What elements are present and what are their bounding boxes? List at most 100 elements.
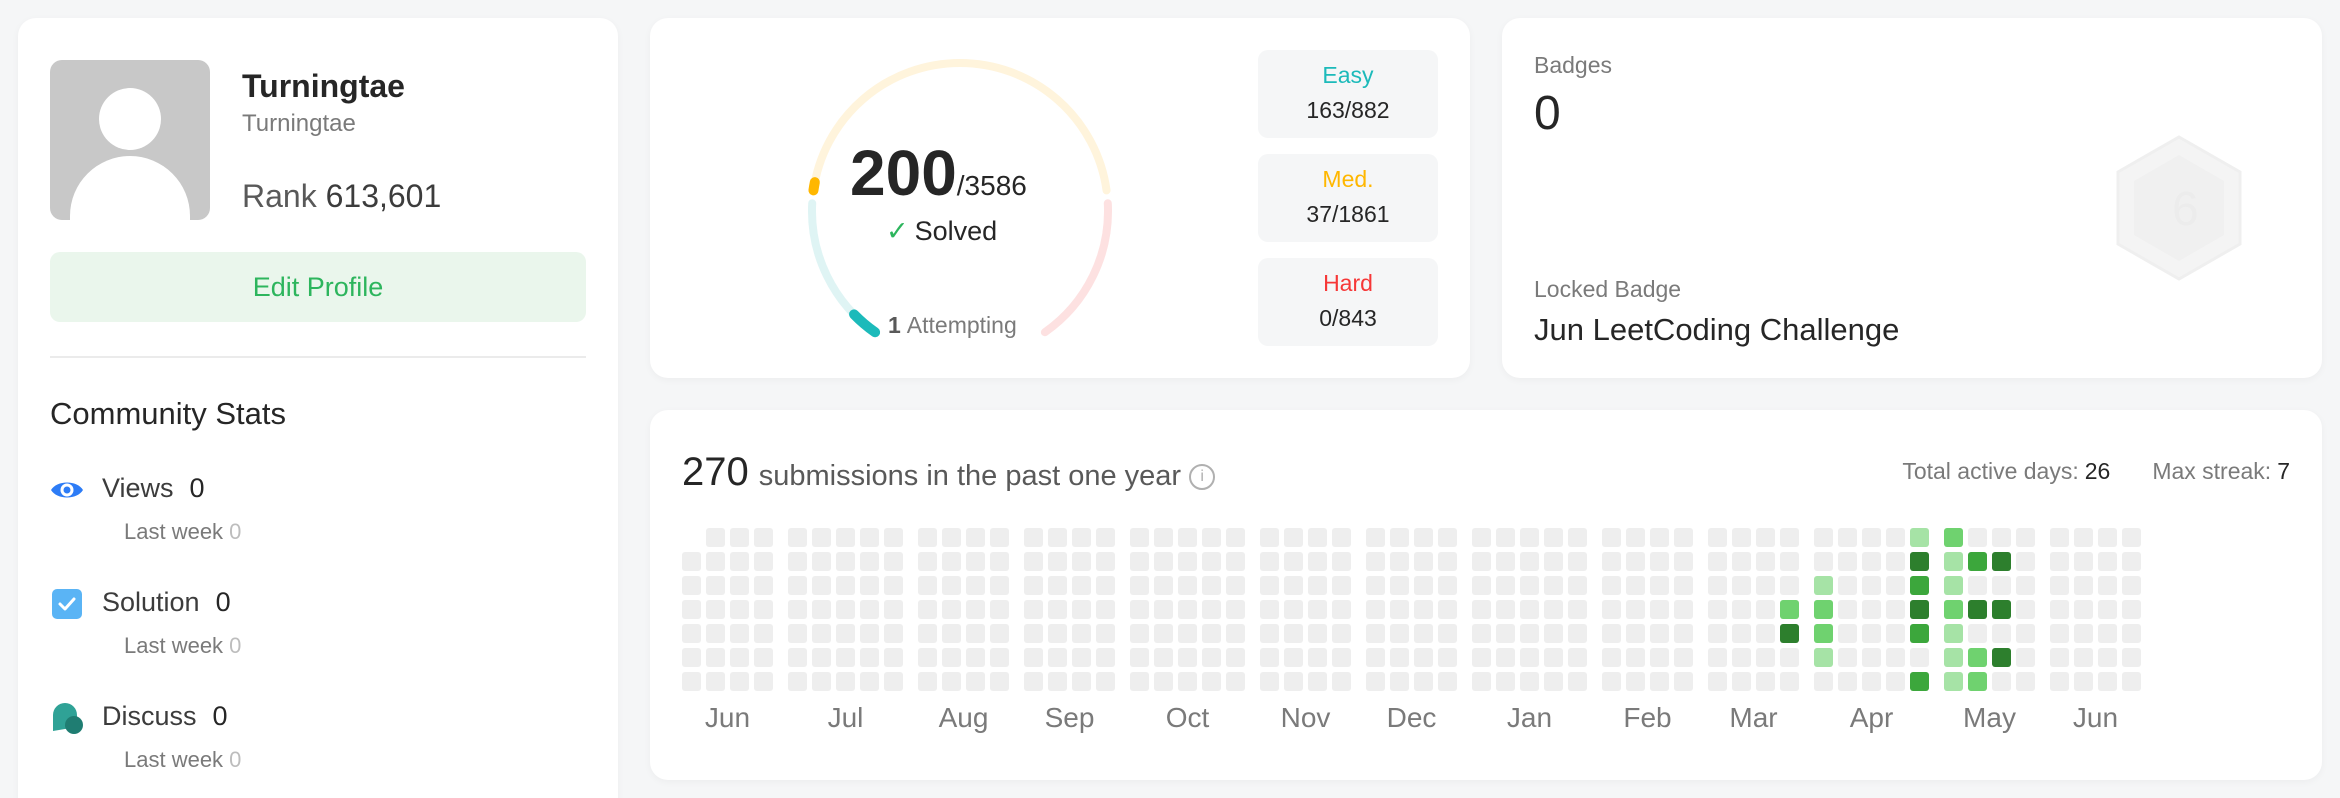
- heatmap-day-cell[interactable]: [2016, 672, 2035, 691]
- heatmap-day-cell[interactable]: [1780, 624, 1799, 643]
- heatmap-day-cell[interactable]: [1814, 576, 1833, 595]
- heatmap-day-cell[interactable]: [1438, 552, 1457, 571]
- heatmap-day-cell[interactable]: [1154, 624, 1173, 643]
- heatmap-day-cell[interactable]: [1048, 528, 1067, 547]
- heatmap-day-cell[interactable]: [1414, 576, 1433, 595]
- heatmap-day-cell[interactable]: [1650, 648, 1669, 667]
- heatmap-day-cell[interactable]: [2074, 672, 2093, 691]
- heatmap-day-cell[interactable]: [1284, 672, 1303, 691]
- heatmap-day-cell[interactable]: [1968, 552, 1987, 571]
- heatmap-day-cell[interactable]: [730, 528, 749, 547]
- heatmap-day-cell[interactable]: [1862, 576, 1881, 595]
- heatmap-day-cell[interactable]: [918, 624, 937, 643]
- heatmap-day-cell[interactable]: [1332, 576, 1351, 595]
- heatmap-day-cell[interactable]: [1496, 648, 1515, 667]
- heatmap-day-cell[interactable]: [860, 576, 879, 595]
- heatmap-day-cell[interactable]: [1390, 624, 1409, 643]
- heatmap-day-cell[interactable]: [1968, 624, 1987, 643]
- heatmap-day-cell[interactable]: [2016, 576, 2035, 595]
- heatmap-day-cell[interactable]: [1650, 552, 1669, 571]
- heatmap-day-cell[interactable]: [1520, 624, 1539, 643]
- heatmap-day-cell[interactable]: [1130, 648, 1149, 667]
- heatmap-day-cell[interactable]: [1838, 552, 1857, 571]
- heatmap-day-cell[interactable]: [1130, 576, 1149, 595]
- heatmap-day-cell[interactable]: [860, 600, 879, 619]
- heatmap-day-cell[interactable]: [754, 528, 773, 547]
- heatmap-day-cell[interactable]: [754, 624, 773, 643]
- heatmap-day-cell[interactable]: [1838, 648, 1857, 667]
- heatmap-day-cell[interactable]: [1048, 624, 1067, 643]
- heatmap-day-cell[interactable]: [1496, 624, 1515, 643]
- heatmap-day-cell[interactable]: [1284, 552, 1303, 571]
- heatmap-day-cell[interactable]: [788, 552, 807, 571]
- submission-heatmap[interactable]: [682, 528, 2292, 748]
- heatmap-day-cell[interactable]: [1438, 528, 1457, 547]
- heatmap-day-cell[interactable]: [1968, 576, 1987, 595]
- heatmap-day-cell[interactable]: [1568, 624, 1587, 643]
- heatmap-day-cell[interactable]: [1472, 600, 1491, 619]
- heatmap-day-cell[interactable]: [966, 576, 985, 595]
- heatmap-day-cell[interactable]: [1944, 624, 1963, 643]
- heatmap-day-cell[interactable]: [1024, 576, 1043, 595]
- heatmap-day-cell[interactable]: [1496, 552, 1515, 571]
- heatmap-day-cell[interactable]: [1072, 528, 1091, 547]
- heatmap-day-cell[interactable]: [1072, 672, 1091, 691]
- heatmap-day-cell[interactable]: [812, 576, 831, 595]
- heatmap-day-cell[interactable]: [1472, 648, 1491, 667]
- heatmap-day-cell[interactable]: [1202, 528, 1221, 547]
- heatmap-day-cell[interactable]: [1226, 552, 1245, 571]
- heatmap-day-cell[interactable]: [1544, 576, 1563, 595]
- heatmap-day-cell[interactable]: [682, 648, 701, 667]
- heatmap-day-cell[interactable]: [1366, 624, 1385, 643]
- heatmap-day-cell[interactable]: [1130, 600, 1149, 619]
- heatmap-day-cell[interactable]: [860, 624, 879, 643]
- heatmap-day-cell[interactable]: [1260, 648, 1279, 667]
- heatmap-day-cell[interactable]: [788, 576, 807, 595]
- heatmap-day-cell[interactable]: [1284, 648, 1303, 667]
- heatmap-day-cell[interactable]: [1414, 552, 1433, 571]
- heatmap-day-cell[interactable]: [1544, 552, 1563, 571]
- heatmap-day-cell[interactable]: [1332, 528, 1351, 547]
- heatmap-day-cell[interactable]: [1780, 600, 1799, 619]
- heatmap-day-cell[interactable]: [1284, 600, 1303, 619]
- heatmap-day-cell[interactable]: [1602, 528, 1621, 547]
- heatmap-day-cell[interactable]: [1154, 672, 1173, 691]
- heatmap-day-cell[interactable]: [942, 576, 961, 595]
- heatmap-day-cell[interactable]: [1992, 672, 2011, 691]
- heatmap-day-cell[interactable]: [1496, 576, 1515, 595]
- heatmap-day-cell[interactable]: [1862, 552, 1881, 571]
- heatmap-day-cell[interactable]: [1072, 648, 1091, 667]
- heatmap-day-cell[interactable]: [1414, 648, 1433, 667]
- heatmap-day-cell[interactable]: [1332, 552, 1351, 571]
- heatmap-day-cell[interactable]: [1568, 576, 1587, 595]
- heatmap-day-cell[interactable]: [1568, 528, 1587, 547]
- heatmap-day-cell[interactable]: [2122, 600, 2141, 619]
- heatmap-day-cell[interactable]: [1708, 600, 1727, 619]
- heatmap-day-cell[interactable]: [1226, 600, 1245, 619]
- heatmap-day-cell[interactable]: [1072, 576, 1091, 595]
- heatmap-day-cell[interactable]: [1756, 552, 1775, 571]
- heatmap-day-cell[interactable]: [1260, 600, 1279, 619]
- heatmap-day-cell[interactable]: [1496, 600, 1515, 619]
- heatmap-day-cell[interactable]: [730, 672, 749, 691]
- heatmap-day-cell[interactable]: [1472, 576, 1491, 595]
- heatmap-day-cell[interactable]: [1732, 648, 1751, 667]
- heatmap-day-cell[interactable]: [860, 648, 879, 667]
- heatmap-day-cell[interactable]: [2098, 600, 2117, 619]
- heatmap-day-cell[interactable]: [1626, 672, 1645, 691]
- heatmap-day-cell[interactable]: [2050, 624, 2069, 643]
- heatmap-day-cell[interactable]: [1414, 600, 1433, 619]
- heatmap-day-cell[interactable]: [730, 600, 749, 619]
- heatmap-day-cell[interactable]: [1366, 528, 1385, 547]
- heatmap-day-cell[interactable]: [836, 528, 855, 547]
- heatmap-day-cell[interactable]: [1024, 672, 1043, 691]
- heatmap-day-cell[interactable]: [706, 576, 725, 595]
- heatmap-day-cell[interactable]: [1520, 600, 1539, 619]
- heatmap-day-cell[interactable]: [942, 528, 961, 547]
- heatmap-day-cell[interactable]: [754, 600, 773, 619]
- heatmap-day-cell[interactable]: [788, 672, 807, 691]
- heatmap-day-cell[interactable]: [1366, 576, 1385, 595]
- heatmap-day-cell[interactable]: [1130, 528, 1149, 547]
- heatmap-day-cell[interactable]: [1096, 648, 1115, 667]
- heatmap-day-cell[interactable]: [1154, 552, 1173, 571]
